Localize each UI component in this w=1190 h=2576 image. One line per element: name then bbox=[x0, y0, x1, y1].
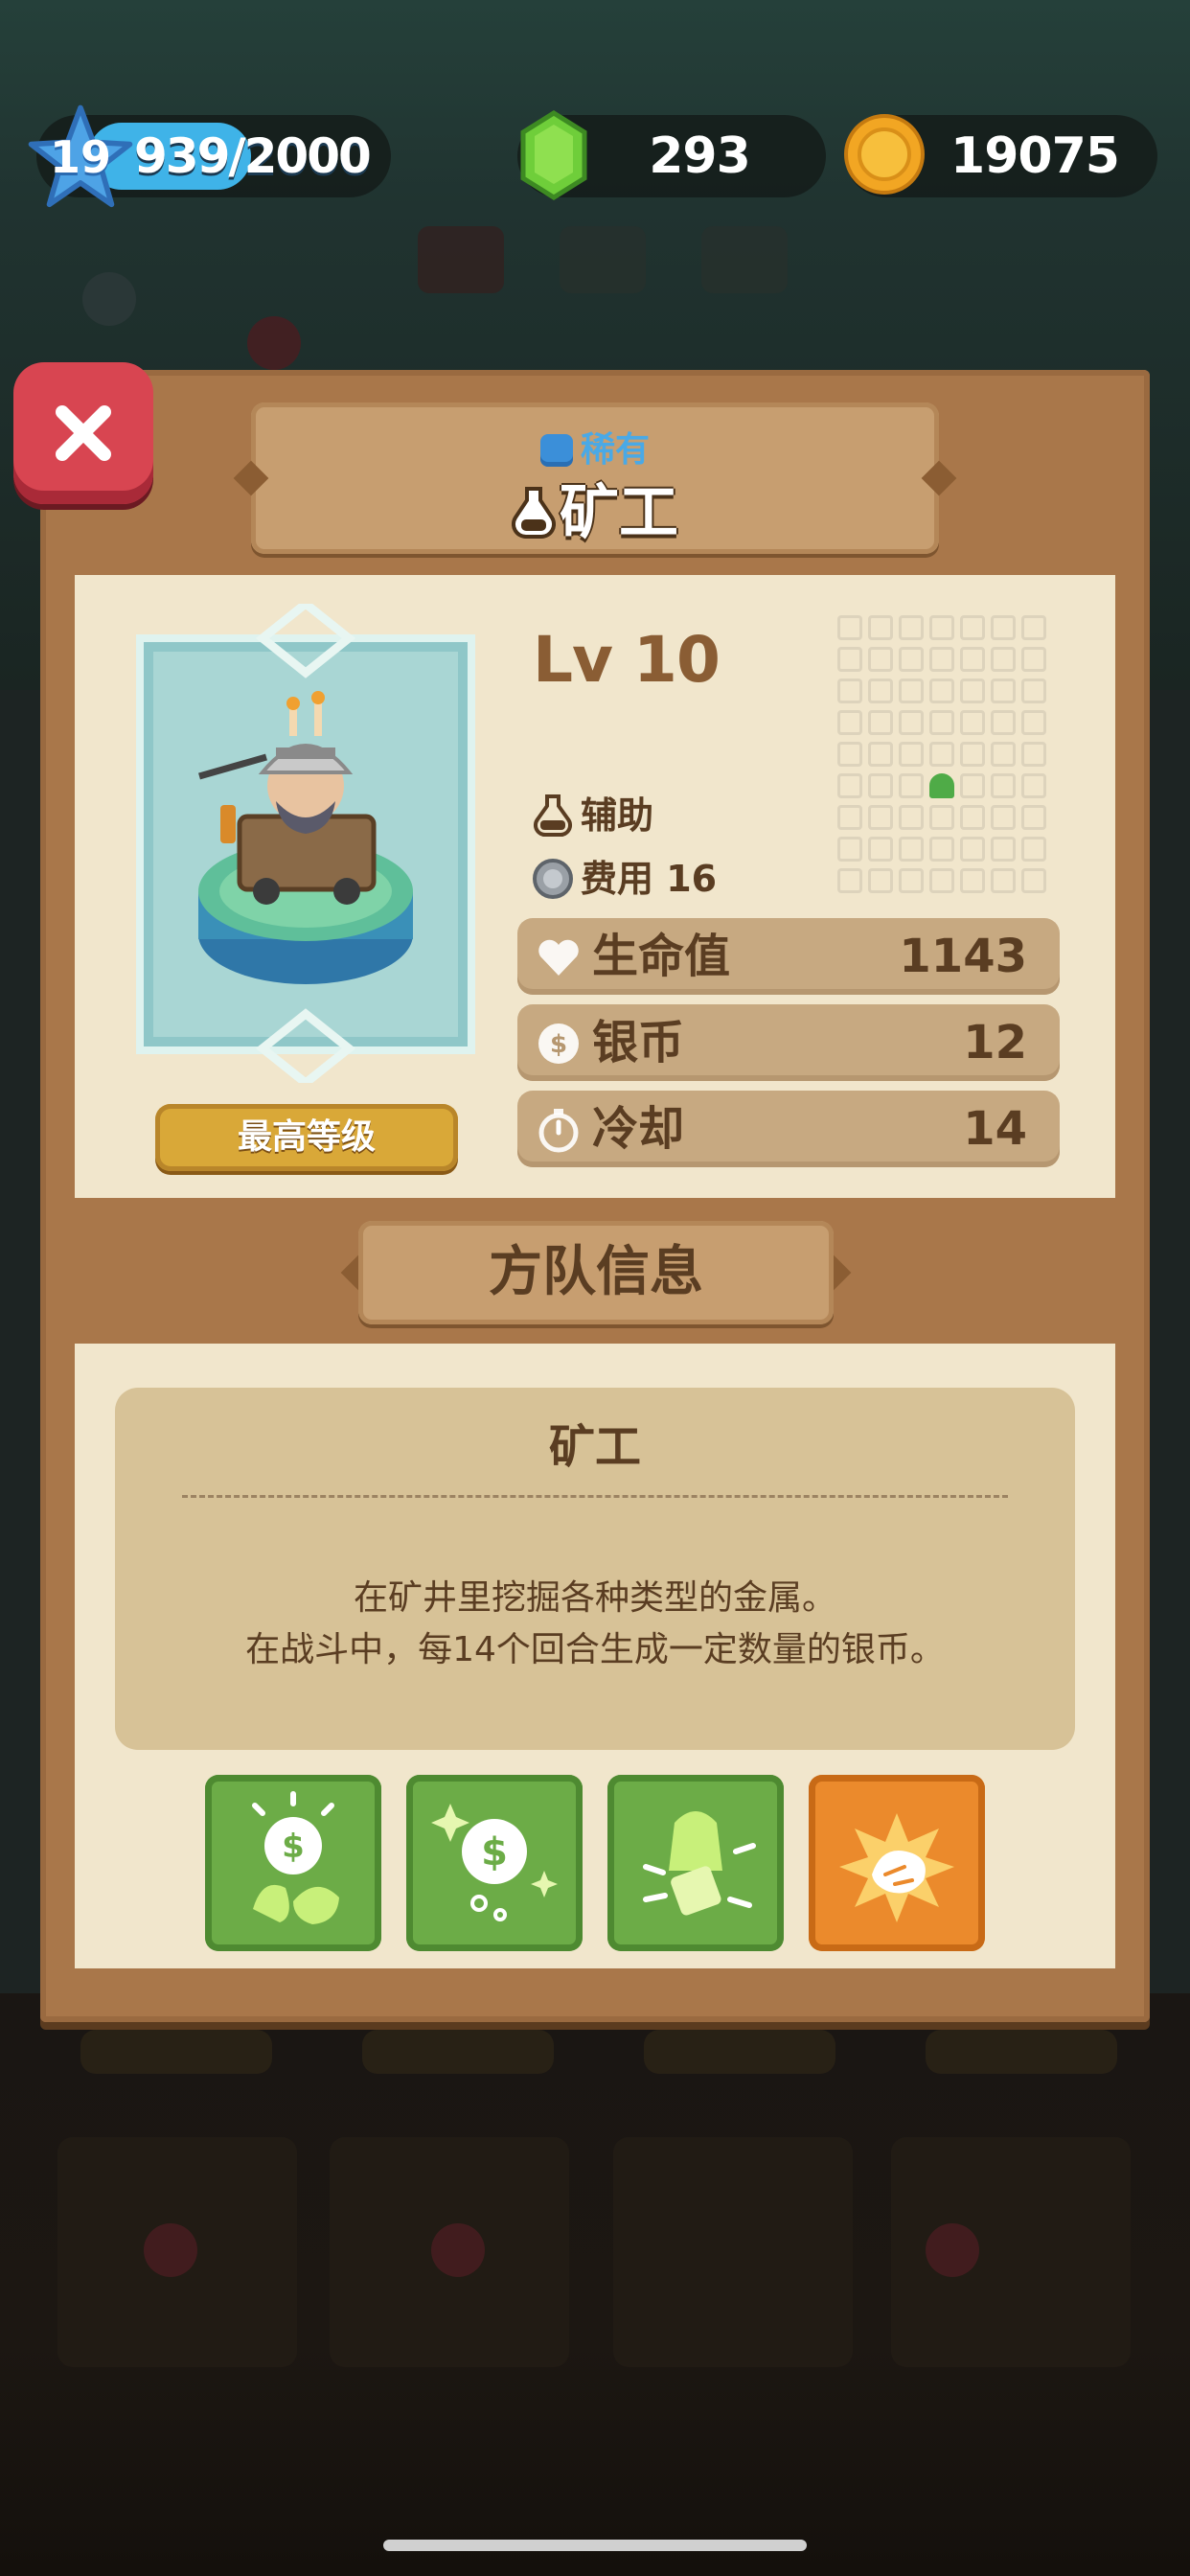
xp-text: 939/2000 bbox=[134, 128, 372, 184]
stat-value: 12 bbox=[963, 1016, 1027, 1070]
unit-name: 矿工 bbox=[251, 464, 939, 550]
sparkle-coin-icon: $ bbox=[431, 1804, 558, 1921]
bg-decoration bbox=[144, 2223, 197, 2277]
gem-icon bbox=[517, 109, 590, 201]
player-level: 19 bbox=[49, 131, 111, 183]
flask-icon bbox=[531, 794, 575, 838]
stat-silver: $ 银币 12 bbox=[517, 1004, 1060, 1081]
coins-count: 19075 bbox=[950, 127, 1120, 185]
bg-decoration bbox=[926, 2223, 979, 2277]
home-indicator[interactable] bbox=[383, 2540, 807, 2551]
bg-decoration bbox=[247, 316, 301, 370]
role-text: 辅助 bbox=[581, 794, 654, 837]
unit-role: 辅助 bbox=[531, 786, 653, 839]
stat-cooldown: 冷却 14 bbox=[517, 1091, 1060, 1167]
skill-slot-2[interactable]: $ bbox=[406, 1775, 583, 1951]
money-bag-rocks-icon: $ bbox=[252, 1791, 339, 1924]
stat-value: 1143 bbox=[899, 930, 1027, 983]
cost-text: 费用 16 bbox=[581, 858, 718, 900]
bg-slot bbox=[560, 226, 646, 293]
rarity-icon bbox=[539, 434, 573, 467]
gems-count: 293 bbox=[649, 127, 751, 185]
close-icon bbox=[56, 405, 111, 461]
bg-bar bbox=[80, 2030, 272, 2074]
stat-value: 14 bbox=[963, 1102, 1027, 1156]
skill-slot-3[interactable] bbox=[607, 1775, 784, 1951]
bg-slot bbox=[418, 226, 504, 293]
ore-burst-icon bbox=[839, 1813, 954, 1922]
bg-slot bbox=[701, 226, 788, 293]
bg-decoration bbox=[82, 272, 136, 326]
description-line-1: 在矿井里挖掘各种类型的金属。 bbox=[353, 1578, 836, 1618]
divider bbox=[182, 1495, 1008, 1498]
silver-coin-icon bbox=[531, 857, 575, 901]
description-line-2: 在战斗中，每14个回合生成一定数量的银币。 bbox=[245, 1630, 945, 1669]
stopwatch-icon bbox=[535, 1106, 583, 1154]
unit-portrait[interactable] bbox=[132, 598, 479, 1089]
bg-decoration bbox=[431, 2223, 485, 2277]
unit-cost: 费用 16 bbox=[531, 849, 717, 902]
silver-coin-icon: $ bbox=[535, 1020, 583, 1068]
stat-label: 生命值 bbox=[592, 930, 731, 983]
grid-cell-active bbox=[929, 773, 954, 798]
coin-icon bbox=[843, 113, 926, 196]
bg-bar bbox=[362, 2030, 554, 2074]
svg-text:$: $ bbox=[550, 1030, 567, 1059]
svg-text:$: $ bbox=[282, 1828, 305, 1866]
unit-name-text: 矿工 bbox=[559, 477, 678, 547]
close-button[interactable] bbox=[13, 362, 153, 504]
max-level-badge: 最高等级 bbox=[155, 1104, 458, 1171]
unit-level: Lv 10 bbox=[533, 623, 721, 697]
stat-label: 冷却 bbox=[592, 1102, 685, 1156]
placement-grid bbox=[837, 615, 1058, 893]
lantern-strike-icon bbox=[643, 1811, 756, 1916]
stat-health: 生命值 1143 bbox=[517, 918, 1060, 995]
stat-label: 银币 bbox=[592, 1016, 685, 1070]
skill-slot-4[interactable] bbox=[809, 1775, 985, 1951]
description-title: 矿工 bbox=[548, 1420, 641, 1474]
squad-info-title: 方队信息 bbox=[358, 1221, 834, 1324]
heart-icon bbox=[535, 933, 583, 981]
bg-bar bbox=[926, 2030, 1117, 2074]
bg-bar bbox=[644, 2030, 835, 2074]
skill-slot-1[interactable]: $ bbox=[205, 1775, 381, 1951]
flask-icon bbox=[511, 485, 556, 540]
svg-text:$: $ bbox=[481, 1830, 508, 1874]
bg-card bbox=[613, 2137, 853, 2367]
